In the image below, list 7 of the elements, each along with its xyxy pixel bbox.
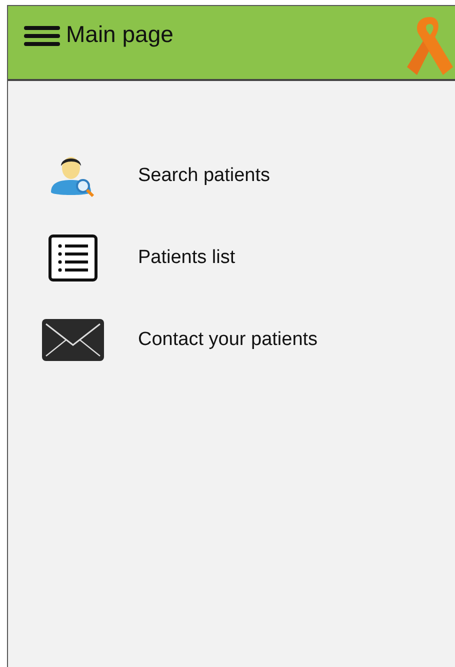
menu-icon[interactable] <box>24 26 60 46</box>
menu-item[interactable]: Search patients <box>8 145 455 207</box>
envelope-icon <box>42 319 104 361</box>
menu-item[interactable]: Patients list <box>8 227 455 289</box>
page-title: Main page <box>66 20 174 48</box>
list-icon <box>48 234 98 282</box>
menu-item[interactable]: Contact your patients <box>8 309 455 371</box>
